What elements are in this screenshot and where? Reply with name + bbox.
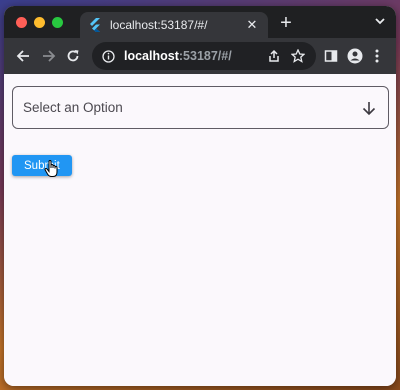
arrow-down-icon[interactable] [360, 99, 378, 117]
dropdown-placeholder: Select an Option [23, 100, 123, 115]
share-icon[interactable] [266, 48, 282, 64]
forward-icon[interactable] [40, 47, 58, 65]
address-bar[interactable]: localhost:53187/#/ [92, 42, 316, 70]
tab-close-icon[interactable]: ✕ [244, 17, 260, 33]
more-menu-icon[interactable] [368, 47, 386, 65]
profile-icon[interactable] [346, 47, 364, 65]
back-icon[interactable] [14, 47, 32, 65]
site-info-icon[interactable] [102, 49, 116, 63]
tab-search-icon[interactable] [374, 15, 386, 29]
tab-bar: localhost:53187/#/ ✕ + [4, 6, 396, 38]
reload-icon[interactable] [64, 47, 82, 65]
page-content: Select an Option Submit [4, 74, 396, 386]
submit-button[interactable]: Submit [12, 155, 72, 176]
minimize-window-button[interactable] [34, 17, 45, 28]
zoom-window-button[interactable] [52, 17, 63, 28]
browser-tab[interactable]: localhost:53187/#/ ✕ [80, 12, 268, 38]
browser-toolbar: localhost:53187/#/ [4, 38, 396, 74]
url-path: :53187/#/ [178, 49, 232, 63]
hand-pointer-cursor-icon [44, 159, 60, 178]
new-tab-button[interactable]: + [276, 12, 296, 34]
option-dropdown[interactable]: Select an Option [12, 86, 389, 129]
flutter-icon [88, 18, 102, 32]
side-panel-icon[interactable] [322, 47, 340, 65]
url-host: localhost [124, 49, 179, 63]
bookmark-star-icon[interactable] [290, 48, 306, 64]
close-window-button[interactable] [16, 17, 27, 28]
tab-title: localhost:53187/#/ [110, 18, 208, 32]
browser-window: localhost:53187/#/ ✕ + localhost:53187/#… [4, 6, 396, 386]
